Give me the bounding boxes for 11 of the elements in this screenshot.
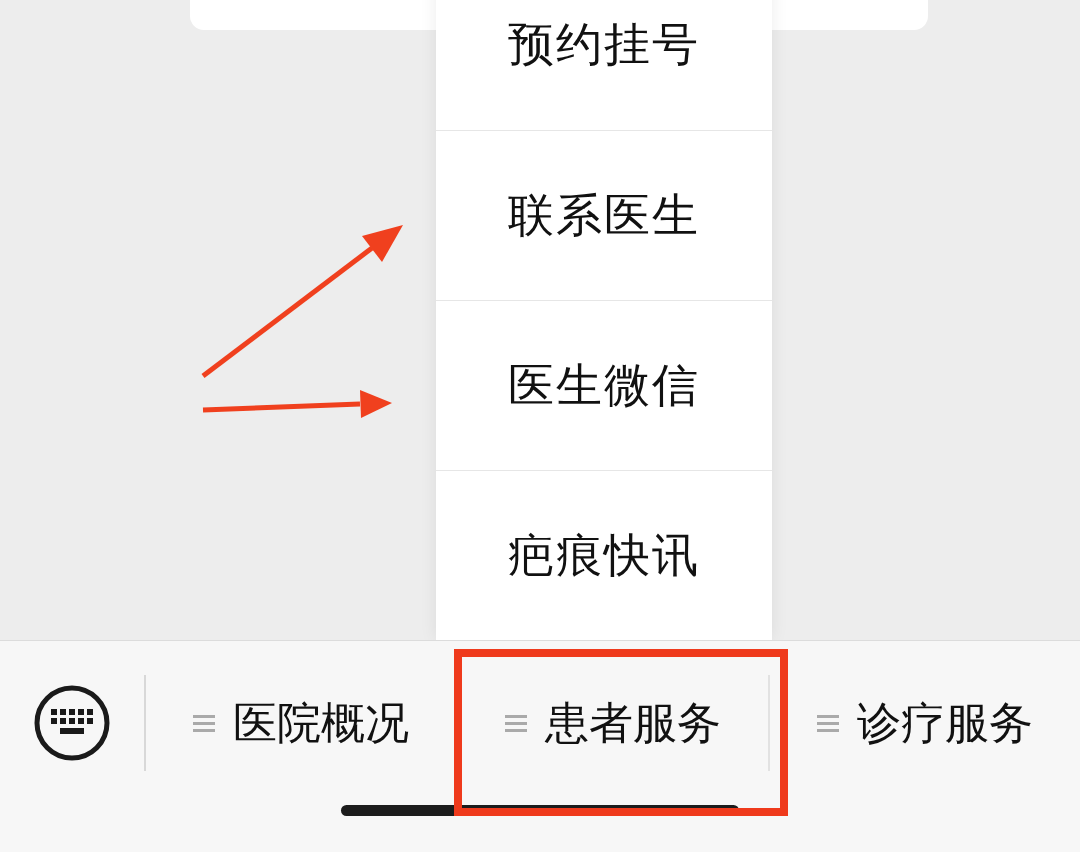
menu-item[interactable]: 医生微信	[436, 300, 772, 470]
list-icon	[817, 713, 839, 733]
menu-tab[interactable]: 医院概况	[146, 675, 456, 771]
list-icon	[505, 713, 527, 733]
menu-tab[interactable]: 患者服务	[456, 675, 768, 771]
list-icon	[193, 713, 215, 733]
menu-tab[interactable]: 诊疗服务	[768, 675, 1080, 771]
menu-item[interactable]: 联系医生	[436, 130, 772, 300]
menu-item[interactable]: 疤痕快讯	[436, 470, 772, 640]
menu-item[interactable]: 预约挂号	[436, 0, 772, 130]
keyboard-icon[interactable]	[33, 684, 111, 762]
